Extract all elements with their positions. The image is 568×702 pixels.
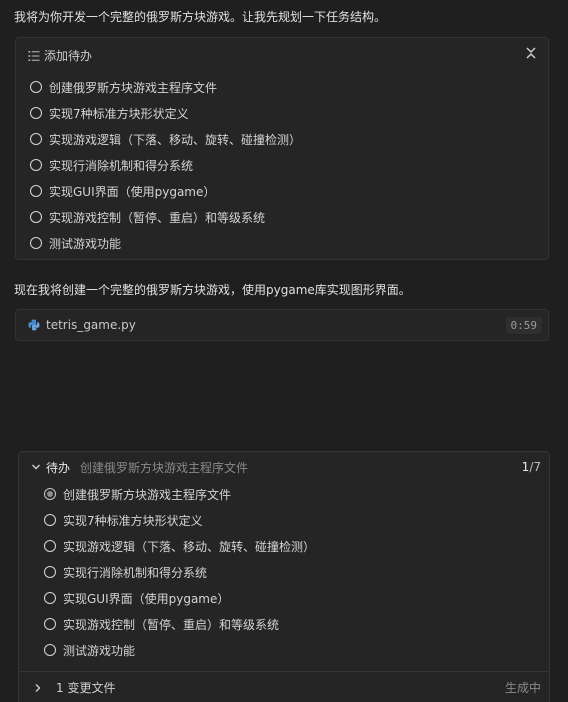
circle-icon <box>30 159 42 171</box>
todo-item-label: 实现行消除机制和得分系统 <box>63 565 208 580</box>
todo-item-label: 实现行消除机制和得分系统 <box>49 158 194 173</box>
in-progress-circle-icon <box>44 488 56 500</box>
todo-item: 实现7种标准方块形状定义 <box>30 100 301 126</box>
progress-counter: 1/7 <box>522 460 541 474</box>
time-badge: 0:59 <box>505 316 542 334</box>
progress-total: /7 <box>529 460 541 474</box>
circle-icon <box>44 618 56 630</box>
chevron-down-icon[interactable] <box>31 462 41 472</box>
assistant-message-intro: 我将为你开发一个完整的俄罗斯方块游戏。让我先规划一下任务结构。 <box>14 10 387 24</box>
circle-icon <box>30 237 42 249</box>
chat-page: 我将为你开发一个完整的俄罗斯方块游戏。让我先规划一下任务结构。 添加待办 创建俄… <box>0 0 568 702</box>
todo-panel-header[interactable]: 待办 创建俄罗斯方块游戏主程序文件 1/7 <box>19 452 549 482</box>
todo-item: 实现游戏逻辑（下落、移动、旋转、碰撞检测） <box>30 126 301 152</box>
todo-item-label: 实现游戏逻辑（下落、移动、旋转、碰撞检测） <box>63 539 316 554</box>
todo-item: 实现游戏控制（暂停、重启）和等级系统 <box>30 204 301 230</box>
todo-item: 实现7种标准方块形状定义 <box>44 507 315 533</box>
todo-item-label: 实现7种标准方块形状定义 <box>49 106 189 121</box>
todo-item: 实现GUI界面（使用pygame） <box>30 178 301 204</box>
circle-icon <box>44 540 56 552</box>
todo-item: 创建俄罗斯方块游戏主程序文件 <box>30 74 301 100</box>
todo-item: 实现游戏逻辑（下落、移动、旋转、碰撞检测） <box>44 533 315 559</box>
todo-item-label: 创建俄罗斯方块游戏主程序文件 <box>49 80 218 95</box>
todo-item: 实现GUI界面（使用pygame） <box>44 585 315 611</box>
todo-item-label: 实现游戏控制（暂停、重启）和等级系统 <box>49 210 266 225</box>
todo-item-label: 实现GUI界面（使用pygame） <box>49 184 216 199</box>
python-icon <box>28 319 40 331</box>
add-todo-card: 添加待办 创建俄罗斯方块游戏主程序文件 实现7种标准方块形状定义 实现游戏逻辑（… <box>15 37 549 260</box>
circle-icon <box>44 644 56 656</box>
circle-icon <box>44 566 56 578</box>
circle-icon <box>30 185 42 197</box>
list-icon <box>28 50 40 61</box>
todo-panel-title: 待办 <box>46 460 71 475</box>
todo-item-label: 创建俄罗斯方块游戏主程序文件 <box>63 487 232 502</box>
circle-icon <box>30 107 42 119</box>
circle-icon <box>44 592 56 604</box>
circle-icon <box>30 81 42 93</box>
todo-item-label: 实现GUI界面（使用pygame） <box>63 591 230 606</box>
collapse-icon[interactable] <box>524 46 538 60</box>
todo-item-label: 测试游戏功能 <box>63 643 136 658</box>
todo-item-active: 创建俄罗斯方块游戏主程序文件 <box>44 481 315 507</box>
todo-item: 实现行消除机制和得分系统 <box>30 152 301 178</box>
changed-files-label: 1 变更文件 <box>56 681 116 695</box>
todo-item-label: 实现7种标准方块形状定义 <box>63 513 203 528</box>
todo-panel: 待办 创建俄罗斯方块游戏主程序文件 1/7 创建俄罗斯方块游戏主程序文件 实现7… <box>18 451 550 702</box>
circle-icon <box>44 514 56 526</box>
assistant-message-second: 现在我将创建一个完整的俄罗斯方块游戏，使用pygame库实现图形界面。 <box>14 283 411 297</box>
circle-icon <box>30 211 42 223</box>
todo-panel-list: 创建俄罗斯方块游戏主程序文件 实现7种标准方块形状定义 实现游戏逻辑（下落、移动… <box>44 481 315 663</box>
todo-item: 实现行消除机制和得分系统 <box>44 559 315 585</box>
changed-files-row[interactable]: 1 变更文件 生成中 <box>19 671 549 702</box>
todo-item: 测试游戏功能 <box>44 637 315 663</box>
current-task-label: 创建俄罗斯方块游戏主程序文件 <box>80 460 249 475</box>
todo-item-label: 测试游戏功能 <box>49 236 122 251</box>
chevron-right-icon[interactable] <box>33 683 43 693</box>
todo-item-label: 实现游戏控制（暂停、重启）和等级系统 <box>63 617 280 632</box>
generating-status: 生成中 <box>504 681 541 695</box>
todo-item: 测试游戏功能 <box>30 230 301 256</box>
file-card[interactable]: tetris_game.py 0:59 <box>15 309 549 341</box>
circle-icon <box>30 133 42 145</box>
todo-item-label: 实现游戏逻辑（下落、移动、旋转、碰撞检测） <box>49 132 302 147</box>
todo-item: 实现游戏控制（暂停、重启）和等级系统 <box>44 611 315 637</box>
todo-card-title: 添加待办 <box>44 49 93 63</box>
todo-card-list: 创建俄罗斯方块游戏主程序文件 实现7种标准方块形状定义 实现游戏逻辑（下落、移动… <box>30 74 301 256</box>
file-name[interactable]: tetris_game.py <box>46 318 506 332</box>
todo-card-header: 添加待办 <box>28 47 92 64</box>
